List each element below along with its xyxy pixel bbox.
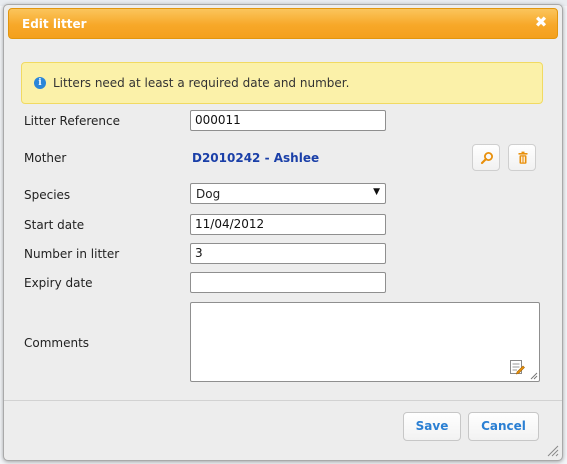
- footer-divider: [4, 400, 562, 401]
- comments-textarea[interactable]: [190, 302, 540, 382]
- resize-handle-icon[interactable]: [530, 372, 538, 380]
- litter-reference-label: Litter Reference: [24, 114, 120, 128]
- close-icon[interactable]: ✖: [533, 14, 549, 30]
- save-button[interactable]: Save: [403, 412, 461, 441]
- species-selected-value: Dog: [196, 187, 221, 201]
- comments-label: Comments: [24, 336, 90, 350]
- notice-text: Litters need at least a required date an…: [53, 76, 350, 90]
- mother-label: Mother: [24, 151, 67, 165]
- number-in-litter-label: Number in litter: [24, 247, 120, 261]
- dialog-titlebar[interactable]: Edit litter ✖: [8, 8, 558, 39]
- search-icon: [480, 152, 493, 165]
- info-notice: i Litters need at least a required date …: [21, 62, 543, 104]
- clear-mother-button[interactable]: [508, 144, 536, 171]
- start-date-label: Start date: [24, 218, 85, 232]
- edit-notes-icon[interactable]: [509, 359, 525, 375]
- dialog-resize-icon[interactable]: [547, 445, 559, 457]
- trash-icon: [518, 151, 528, 164]
- number-in-litter-input[interactable]: 3: [190, 243, 386, 264]
- cancel-button[interactable]: Cancel: [468, 412, 539, 441]
- expiry-date-input[interactable]: [190, 272, 386, 293]
- dropdown-arrow-icon: ▼: [373, 187, 380, 197]
- search-mother-button[interactable]: [472, 144, 500, 171]
- litter-reference-input[interactable]: 000011: [190, 110, 386, 131]
- start-date-input[interactable]: 11/04/2012: [190, 214, 386, 235]
- edit-litter-dialog: Edit litter ✖ i Litters need at least a …: [3, 4, 563, 461]
- info-icon: i: [34, 77, 46, 89]
- species-label: Species: [24, 188, 71, 202]
- dialog-title: Edit litter: [22, 17, 87, 31]
- expiry-date-label: Expiry date: [24, 276, 93, 290]
- mother-link[interactable]: D2010242 - Ashlee: [192, 151, 319, 165]
- species-select[interactable]: Dog ▼: [190, 183, 386, 204]
